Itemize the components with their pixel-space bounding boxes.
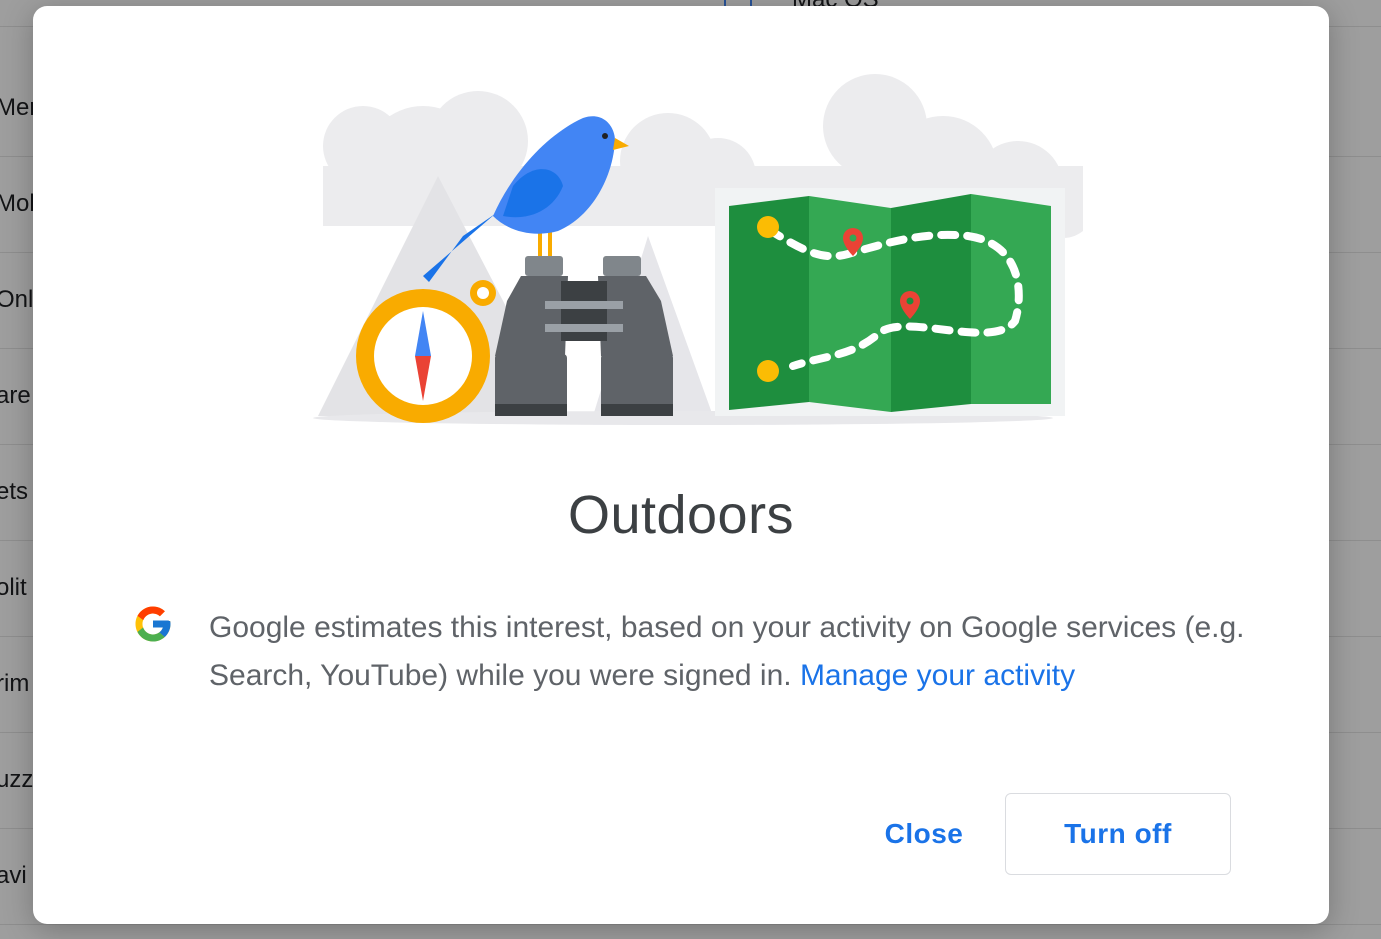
map-icon [715,188,1065,416]
turn-off-button[interactable]: Turn off [1005,793,1231,875]
close-button[interactable]: Close [861,802,987,866]
info-text-body: Google estimates this interest, based on… [209,611,1245,692]
binoculars-icon [495,256,673,416]
info-text: Google estimates this interest, based on… [209,604,1249,700]
google-g-icon [135,606,171,642]
dialog-title: Outdoors [567,485,795,545]
outdoors-illustration [313,74,1083,425]
interest-dialog: Outdoors Google estimates this interest,… [33,6,1329,924]
manage-activity-link[interactable]: Manage your activity [800,659,1075,692]
